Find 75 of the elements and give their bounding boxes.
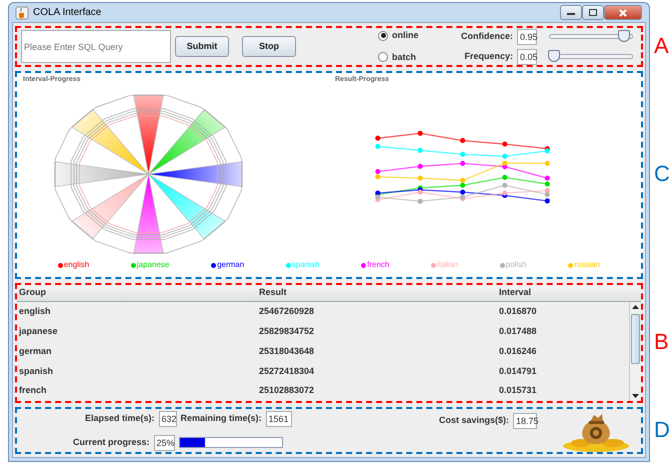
java-cup-icon xyxy=(15,6,29,20)
table-cell-text: 25467260928 xyxy=(259,305,316,318)
data-point xyxy=(502,182,508,188)
close-icon xyxy=(619,8,627,16)
radio-label: batch xyxy=(392,50,416,64)
table-cell-text: 25272418304 xyxy=(259,364,316,378)
annotation-letter: A xyxy=(654,34,669,56)
value-field[interactable]: 18.75 xyxy=(513,413,537,429)
data-point xyxy=(418,130,423,136)
legend-label: french xyxy=(367,259,390,271)
minimize-button[interactable] xyxy=(560,5,582,20)
table-cell-text: 0.015731 xyxy=(499,384,538,398)
data-point xyxy=(418,175,423,180)
field-label: Current progress: xyxy=(73,436,150,449)
annotation-letter: B xyxy=(654,331,669,353)
legend-label: japanese xyxy=(136,259,170,271)
data-point xyxy=(418,147,423,152)
table-cell-text: 25318043648 xyxy=(259,344,316,358)
column-header: Group xyxy=(19,286,47,300)
data-point xyxy=(460,160,466,166)
slider-thumb[interactable] xyxy=(548,50,560,62)
close-button[interactable] xyxy=(604,5,642,20)
data-point xyxy=(375,135,380,140)
legend-label: spanish xyxy=(292,259,320,271)
column-header: Result xyxy=(259,286,288,300)
table-cell-text: english xyxy=(19,305,52,318)
field-label: Elapsed time(s): xyxy=(85,412,155,425)
legend-label: italian xyxy=(437,259,458,271)
slider-label: Confidence: xyxy=(460,30,513,43)
value-field[interactable]: 25% xyxy=(154,434,175,450)
data-point xyxy=(375,143,380,149)
table-cell-text: 0.016246 xyxy=(499,344,538,358)
data-point xyxy=(502,153,508,158)
data-point xyxy=(502,174,508,180)
window-title: COLA Interface xyxy=(33,6,102,20)
legend-label: german xyxy=(217,259,244,271)
query-field[interactable]: Please Enter SQL Query xyxy=(21,30,171,63)
maximize-icon xyxy=(589,9,597,16)
data-point xyxy=(502,141,508,146)
scrollbar[interactable] xyxy=(629,302,641,401)
table-cell-text: spanish xyxy=(19,364,54,378)
table-cell-text: japanese xyxy=(19,324,59,338)
legend-label: polish xyxy=(506,259,527,271)
table-cell-text: 0.014791 xyxy=(499,364,538,378)
legend-label: russian xyxy=(574,259,600,271)
field-label: Cost savings($): xyxy=(438,414,509,428)
table-cell-text: german xyxy=(19,344,53,358)
table-cell-text: 25829834752 xyxy=(259,324,316,338)
value-field[interactable]: 632 xyxy=(158,410,177,426)
slider-thumb[interactable] xyxy=(618,30,630,42)
table-cell-text: 0.016870 xyxy=(499,305,538,318)
annotation-letter: C xyxy=(654,163,670,185)
data-point xyxy=(418,163,423,168)
scrollbar-thumb[interactable] xyxy=(631,314,640,364)
table-cell-text: french xyxy=(19,384,48,398)
maximize-button[interactable] xyxy=(582,5,604,20)
data-point xyxy=(460,138,466,143)
action-button[interactable]: Stop xyxy=(242,36,296,57)
table-cell-text: 0.017488 xyxy=(499,324,538,338)
data-point xyxy=(418,198,423,204)
action-button[interactable]: Submit xyxy=(175,36,229,57)
table-cell-text: 25102883072 xyxy=(259,384,316,398)
radio-button[interactable] xyxy=(378,52,388,62)
value-field[interactable]: 1561 xyxy=(266,410,292,426)
data-point xyxy=(460,151,466,156)
radio-label: online xyxy=(392,29,418,42)
field-label: Remaining time(s): xyxy=(180,412,262,425)
radio-button[interactable] xyxy=(378,30,388,41)
column-header: Interval xyxy=(499,286,532,300)
data-point xyxy=(544,160,550,166)
annotation-letter: D xyxy=(654,418,670,440)
value-field[interactable]: 0.05 xyxy=(517,48,537,64)
slider-label: Frequency: xyxy=(464,50,513,63)
legend-label: english xyxy=(64,259,90,271)
value-field[interactable]: 0.95 xyxy=(517,28,537,44)
